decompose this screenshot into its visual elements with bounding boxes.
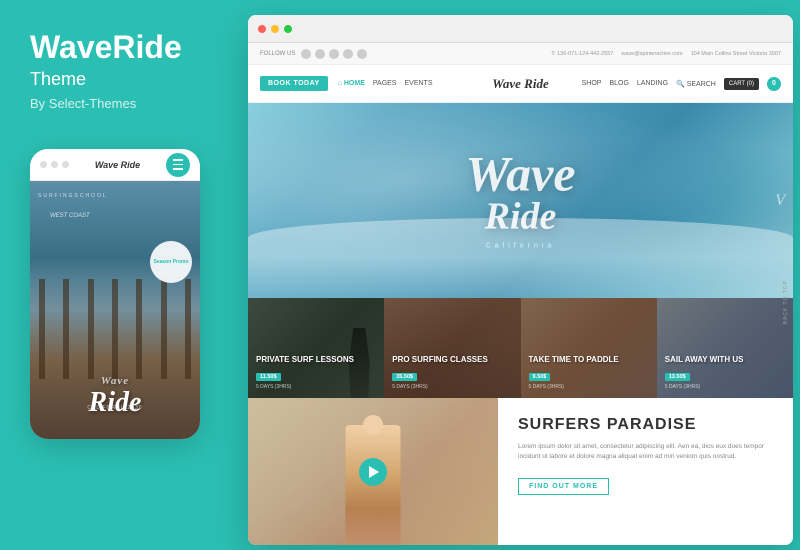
social-icons <box>301 49 367 59</box>
instagram-icon[interactable] <box>329 49 339 59</box>
nav-home-link[interactable]: ⌂ HOME <box>338 80 365 87</box>
bottom-section: SURFERS PARADISE Lorem ipsum dolor sit a… <box>248 398 793 545</box>
nav-search-link[interactable]: 🔍 SEARCH <box>676 80 716 88</box>
site-nav: BOOK TODAY ⌂ HOME PAGES EVENTS Wave Ride… <box>248 65 793 103</box>
mobile-westcoast-label: WEST COAST <box>50 213 90 219</box>
nav-wrapper: BOOK TODAY ⌂ HOME PAGES EVENTS Wave Ride… <box>260 76 781 91</box>
card-sail: SAIL AWAY WITH US 13.50$ 5 DAYS (3HRS) <box>657 298 793 398</box>
card-badge-3: 9.50$ <box>529 373 551 381</box>
card-content-4: SAIL AWAY WITH US 13.50$ 5 DAYS (3HRS) <box>665 355 785 390</box>
play-button[interactable] <box>359 458 387 486</box>
card-title-3: TAKE TIME TO PADDLE <box>529 355 649 365</box>
browser-minimize-dot <box>271 25 279 33</box>
nav-links: ⌂ HOME PAGES EVENTS <box>338 80 433 87</box>
play-icon <box>369 466 379 478</box>
back-to-top-link[interactable]: BACK TO TOP <box>783 280 789 324</box>
card-meta-1: 5 DAYS (3HRS) <box>256 384 376 390</box>
hero-side-letter: V <box>775 192 785 210</box>
card-content-3: TAKE TIME TO PADDLE 9.50$ 5 DAYS (3HRS) <box>529 355 649 390</box>
brand-by: By Select-Themes <box>30 96 136 111</box>
nav-pages-link[interactable]: PAGES <box>373 80 397 87</box>
desktop-site-content: FOLLOW US T: 136-071-124-442-2557 wave@s… <box>248 43 793 545</box>
mobile-dot-3 <box>62 161 69 168</box>
card-title-2: PRO SURFING CLASSES <box>392 355 512 365</box>
site-topbar: FOLLOW US T: 136-071-124-442-2557 wave@s… <box>248 43 793 65</box>
topbar-email: wave@spinteractive.com <box>621 51 682 57</box>
left-panel: WaveRide Theme By Select-Themes Wave Rid… <box>0 0 248 550</box>
mobile-wave-small-text: Wave <box>40 375 190 387</box>
hero-ride-text: Ride <box>465 194 575 238</box>
card-badge-4: 13.50$ <box>665 373 690 381</box>
twitter-icon[interactable] <box>315 49 325 59</box>
surfers-paradise-title: SURFERS PARADISE <box>518 416 773 434</box>
card-title-1: PRIVATE SURF LESSONS <box>256 355 376 365</box>
bottom-image <box>248 398 498 545</box>
nav-left: BOOK TODAY ⌂ HOME PAGES EVENTS <box>260 76 433 91</box>
browser-maximize-dot <box>284 25 292 33</box>
nav-right-links: SHOP BLOG LANDING <box>582 80 668 87</box>
card-paddle: TAKE TIME TO PADDLE 9.50$ 5 DAYS (3HRS) <box>521 298 657 398</box>
find-out-more-button[interactable]: FIND OUT MORE <box>518 478 609 495</box>
menu-line-2 <box>173 164 183 166</box>
topbar-left: FOLLOW US <box>260 49 367 59</box>
topbar-address: 104 Main Collins Street Victoria 3007 <box>691 51 781 57</box>
brand-subtitle: Theme <box>30 69 86 90</box>
menu-line-1 <box>173 159 183 161</box>
card-surf-classes: PRO SURFING CLASSES 35.50$ 5 DAYS (3HRS) <box>384 298 520 398</box>
card-meta-4: 5 DAYS (3HRS) <box>665 384 785 390</box>
hero-tagline: California <box>465 242 575 249</box>
card-content-2: PRO SURFING CLASSES 35.50$ 5 DAYS (3HRS) <box>392 355 512 390</box>
mobile-mockup: Wave Ride <box>30 149 200 439</box>
mobile-ride-text: Ride <box>40 387 190 419</box>
site-hero: Wave Ride California V <box>248 103 793 298</box>
surfer-head <box>363 415 383 435</box>
topbar-right: T: 136-071-124-442-2557 wave@spinteracti… <box>551 51 781 57</box>
hero-logo: Wave Ride California <box>465 152 575 250</box>
menu-line-3 <box>173 168 183 170</box>
site-logo: Wave Ride <box>492 76 548 92</box>
mobile-wave-logo-text: Wave Ride <box>40 375 190 419</box>
hamburger-icon <box>173 159 183 170</box>
card-title-4: SAIL AWAY WITH US <box>665 355 785 365</box>
card-badge-1: 11.50$ <box>256 373 281 381</box>
book-today-button[interactable]: BOOK TODAY <box>260 76 328 91</box>
mobile-topbar: Wave Ride <box>30 149 200 181</box>
mobile-dot-1 <box>40 161 47 168</box>
mobile-hero-image: Season Promo SURFINGSCHOOL WEST COAST Wa… <box>30 181 200 439</box>
nav-landing-link[interactable]: LANDING <box>637 80 668 87</box>
desktop-mockup: FOLLOW US T: 136-071-124-442-2557 wave@s… <box>248 15 793 545</box>
mobile-surfing-label: SURFINGSCHOOL <box>38 193 108 199</box>
nav-events-link[interactable]: EVENTS <box>404 80 432 87</box>
mobile-wave-logo-area: Wave Ride CALIFORNIA2030 <box>40 375 190 419</box>
nav-cart-button[interactable]: CART (0) <box>724 78 759 90</box>
brand-title: WaveRide <box>30 30 182 65</box>
bottom-right-content: SURFERS PARADISE Lorem ipsum dolor sit a… <box>498 398 793 545</box>
card-meta-2: 5 DAYS (3HRS) <box>392 384 512 390</box>
topbar-phone: T: 136-071-124-442-2557 <box>551 51 613 57</box>
mobile-menu-button[interactable] <box>166 153 190 177</box>
hero-wave-text: Wave <box>465 152 575 195</box>
pinterest-icon[interactable] <box>343 49 353 59</box>
nav-user-button[interactable]: 0 <box>767 77 781 91</box>
mobile-logo: Wave Ride <box>95 160 140 170</box>
card-badge-2: 35.50$ <box>392 373 417 381</box>
youtube-icon[interactable] <box>357 49 367 59</box>
mobile-promo-badge: Season Promo <box>150 241 192 283</box>
mobile-badge-text: Season Promo <box>153 259 188 265</box>
facebook-icon[interactable] <box>301 49 311 59</box>
follow-us-label: FOLLOW US <box>260 51 295 57</box>
mobile-dot-2 <box>51 161 58 168</box>
browser-close-dot <box>258 25 266 33</box>
card-content-1: PRIVATE SURF LESSONS 11.50$ 5 DAYS (3HRS… <box>256 355 376 390</box>
nav-shop-link[interactable]: SHOP <box>582 80 602 87</box>
nav-blog-link[interactable]: BLOG <box>609 80 628 87</box>
cards-row: PRIVATE SURF LESSONS 11.50$ 5 DAYS (3HRS… <box>248 298 793 398</box>
mobile-california-text: CALIFORNIA2030 <box>87 405 142 411</box>
browser-chrome <box>248 15 793 43</box>
nav-right: SHOP BLOG LANDING 🔍 SEARCH CART (0) 0 <box>582 77 781 91</box>
mobile-dots <box>40 161 69 168</box>
surfers-paradise-body: Lorem ipsum dolor sit amet, consectetur … <box>518 442 773 463</box>
card-meta-3: 5 DAYS (3HRS) <box>529 384 649 390</box>
card-surf-lessons: PRIVATE SURF LESSONS 11.50$ 5 DAYS (3HRS… <box>248 298 384 398</box>
